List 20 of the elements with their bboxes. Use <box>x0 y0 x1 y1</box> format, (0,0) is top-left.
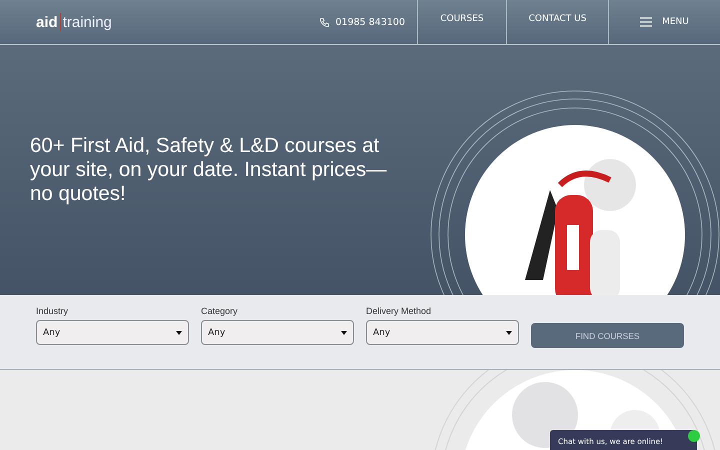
field-label: Category <box>201 306 239 316</box>
menu-icon <box>640 17 652 27</box>
logo-text: training <box>62 14 112 30</box>
nav-link[interactable]: CONTACT US <box>506 0 608 44</box>
nav-link[interactable]: COURSES <box>417 0 506 44</box>
caret-icon <box>176 330 182 334</box>
logo-divider <box>60 13 61 31</box>
dropdown-field[interactable]: Any <box>366 320 519 345</box>
field-label: Delivery Method <box>366 306 432 316</box>
logo-text: aid <box>36 14 58 30</box>
phone-number[interactable]: 01985 843100 <box>335 16 405 28</box>
caret-icon <box>341 330 347 334</box>
phone-icon[interactable] <box>319 16 330 28</box>
hero-headline: 60+ First Aid, Safety & L&D courses at your site, on your date. Instant prices—no quotes! <box>30 134 388 206</box>
caret-icon <box>506 330 512 334</box>
menu-button[interactable]: MENU <box>608 0 720 44</box>
dropdown-field[interactable]: Any <box>36 320 189 345</box>
find-courses-button[interactable]: FIND COURSES <box>531 323 684 348</box>
field-label: Industry <box>36 306 70 316</box>
dropdown-field[interactable]: Any <box>201 320 354 345</box>
